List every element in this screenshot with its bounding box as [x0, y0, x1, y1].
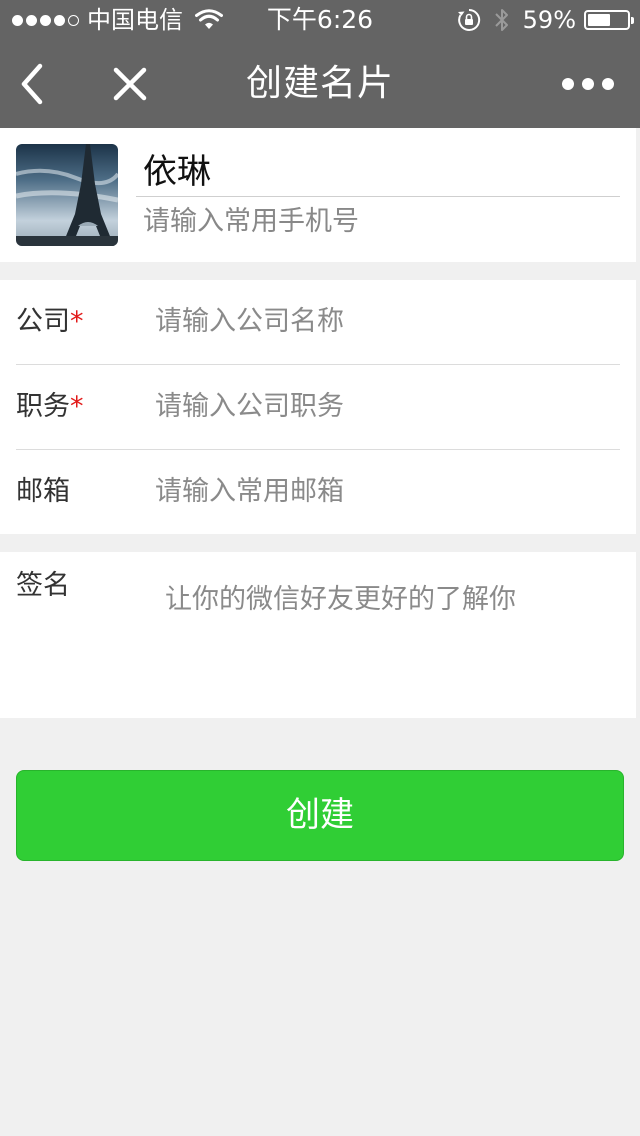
bluetooth-icon — [494, 9, 508, 31]
company-label-text: 公司 — [16, 306, 70, 337]
battery-percent: 59% — [522, 6, 576, 34]
company-input[interactable]: 请输入公司名称 — [155, 302, 344, 342]
rotation-lock-icon — [457, 8, 480, 31]
position-row[interactable]: 职务* 请输入公司职务 — [0, 365, 636, 450]
email-label-text: 邮箱 — [16, 476, 70, 507]
phone-input[interactable]: 请输入常用手机号 — [143, 202, 359, 242]
position-label-text: 职务 — [16, 391, 70, 422]
required-mark: * — [70, 306, 84, 337]
page-title: 创建名片 — [245, 63, 394, 104]
email-row[interactable]: 邮箱 请输入常用邮箱 — [0, 450, 636, 535]
email-label: 邮箱 — [16, 472, 70, 512]
more-dot — [562, 78, 574, 90]
signature-label: 签名 — [16, 570, 70, 601]
status-bar: 中国电信 下午6:26 59% — [0, 0, 640, 40]
company-row[interactable]: 公司* 请输入公司名称 — [0, 280, 636, 365]
company-label: 公司* — [16, 302, 84, 342]
profile-card: 依琳 请输入常用手机号 — [0, 128, 636, 262]
form-fields: 公司* 请输入公司名称 职务* 请输入公司职务 邮箱 请输入常用邮箱 — [0, 280, 636, 534]
more-icon[interactable] — [562, 78, 614, 90]
divider — [136, 196, 620, 197]
more-dot — [582, 78, 594, 90]
signature-input[interactable]: 让你的微信好友更好的了解你 — [165, 580, 516, 620]
required-mark: * — [70, 391, 84, 422]
name-field[interactable]: 依琳 — [143, 150, 211, 194]
position-label: 职务* — [16, 387, 84, 427]
more-dot — [602, 78, 614, 90]
signature-section[interactable]: 签名 让你的微信好友更好的了解你 — [0, 552, 636, 718]
email-input[interactable]: 请输入常用邮箱 — [155, 472, 344, 512]
status-right: 59% — [457, 5, 634, 35]
nav-bar: 创建名片 — [0, 40, 640, 128]
position-input[interactable]: 请输入公司职务 — [155, 387, 344, 427]
battery-fill — [588, 14, 610, 26]
battery-icon — [584, 10, 634, 30]
create-button[interactable]: 创建 — [16, 770, 624, 861]
avatar[interactable] — [16, 144, 118, 246]
